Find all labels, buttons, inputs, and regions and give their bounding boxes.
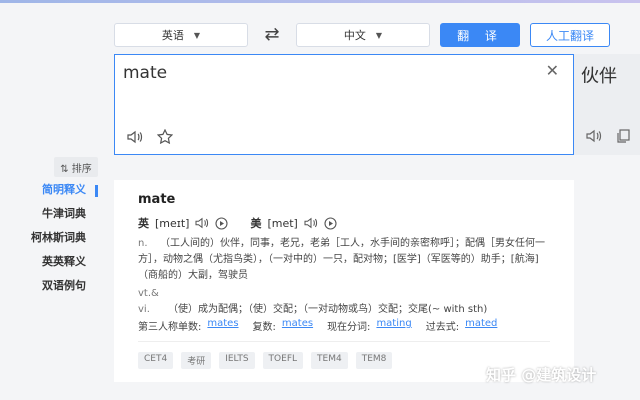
exam-tag: CET4 [138,352,174,369]
word-forms: 第三人称单数: mates 复数: mates 现在分词: mating 过去式… [138,318,511,333]
dictionary-sidebar: 简明释义 牛津词典 柯林斯词典 英英释义 双语例句 [20,181,98,301]
chevron-down-icon: ▼ [193,30,201,40]
sort-button[interactable]: ⇅ 排序 [54,157,98,177]
mic-follow-read-icon[interactable] [215,216,229,230]
us-ipa: [met] [267,216,298,230]
uk-tag: 英 [138,217,149,230]
form-link[interactable]: mates [207,318,238,333]
source-language-label: 英语 [161,29,184,42]
form-link[interactable]: mated [465,318,497,333]
pronunciation-row: 英 [meɪt] 美 [met] [138,215,337,231]
uk-ipa: [meɪt] [155,216,190,230]
watermark: 知乎 @建筑设计 [486,366,597,384]
form-label: 过去式: [425,322,460,333]
target-language-label: 中文 [343,29,366,42]
exam-tag: IELTS [219,352,255,369]
form-label: 复数: [252,322,276,333]
sidebar-item-bilingual-examples[interactable]: 双语例句 [20,277,98,301]
speaker-icon[interactable] [304,217,318,229]
definition-text: （使）成为配偶；（使）交配；（一对动物或鸟）交配；交尾(~ with sth) [168,304,488,315]
exam-tag: TEM4 [311,352,348,369]
human-translate-button[interactable]: 人工翻译 [530,23,610,47]
form-link[interactable]: mating [376,318,411,333]
target-language-select[interactable]: 中文 ▼ [296,23,430,47]
speaker-icon[interactable] [195,217,209,229]
mic-follow-read-icon[interactable] [324,216,337,230]
speaker-icon[interactable] [127,130,143,144]
sidebar-item-english-english[interactable]: 英英释义 [20,253,98,277]
source-text-panel[interactable]: mate ✕ [114,54,574,155]
exam-tag: TEM8 [355,352,393,369]
swap-arrows-icon[interactable]: ⇄ [260,24,284,46]
close-icon[interactable]: ✕ [546,61,559,80]
form-label: 现在分词: [327,322,371,333]
sidebar-item-concise[interactable]: 简明释义 [20,181,98,205]
exam-tag: 考研 [181,352,212,369]
star-icon[interactable] [157,129,173,144]
copy-icon[interactable] [616,129,630,143]
sidebar-item-oxford[interactable]: 牛津词典 [20,205,98,229]
speaker-icon[interactable] [586,129,602,143]
form-link[interactable]: mates [282,318,313,333]
definition-text: （工人间的）伙伴，同事，老兄，老弟［工人，水手间的亲密称呼］；配偶［男女任何一方… [138,238,545,281]
source-language-select[interactable]: 英语 ▼ [114,23,248,47]
part-of-speech: n. [138,238,148,249]
top-accent-line [0,0,640,3]
sidebar-item-collins[interactable]: 柯林斯词典 [20,229,98,253]
dictionary-card: mate 英 [meɪt] 美 [met] n. （工人间的）伙伴，同事，老兄，老… [114,180,574,382]
definition-noun: n. （工人间的）伙伴，同事，老兄，老弟［工人，水手间的亲密称呼］；配偶［男女任何… [138,236,548,284]
exam-tags: CET4 考研 IELTS TOEFL TEM4 TEM8 [138,352,393,369]
translate-button[interactable]: 翻 译 [440,23,520,47]
part-of-speech: vt.& vi. [138,288,159,315]
form-label: 第三人称单数: [138,322,202,333]
divider [138,341,550,342]
headword: mate [138,192,176,207]
chevron-down-icon: ▼ [375,30,383,40]
source-text-input[interactable]: mate [123,63,167,83]
exam-tag: TOEFL [262,352,304,369]
us-tag: 美 [250,217,262,230]
translation-text: 伙伴 [581,66,617,87]
translation-panel: 伙伴 [574,54,640,155]
definition-verb: vt.& vi. （使）成为配偶；（使）交配；（一对动物或鸟）交配；交尾(~ wi… [138,286,548,318]
